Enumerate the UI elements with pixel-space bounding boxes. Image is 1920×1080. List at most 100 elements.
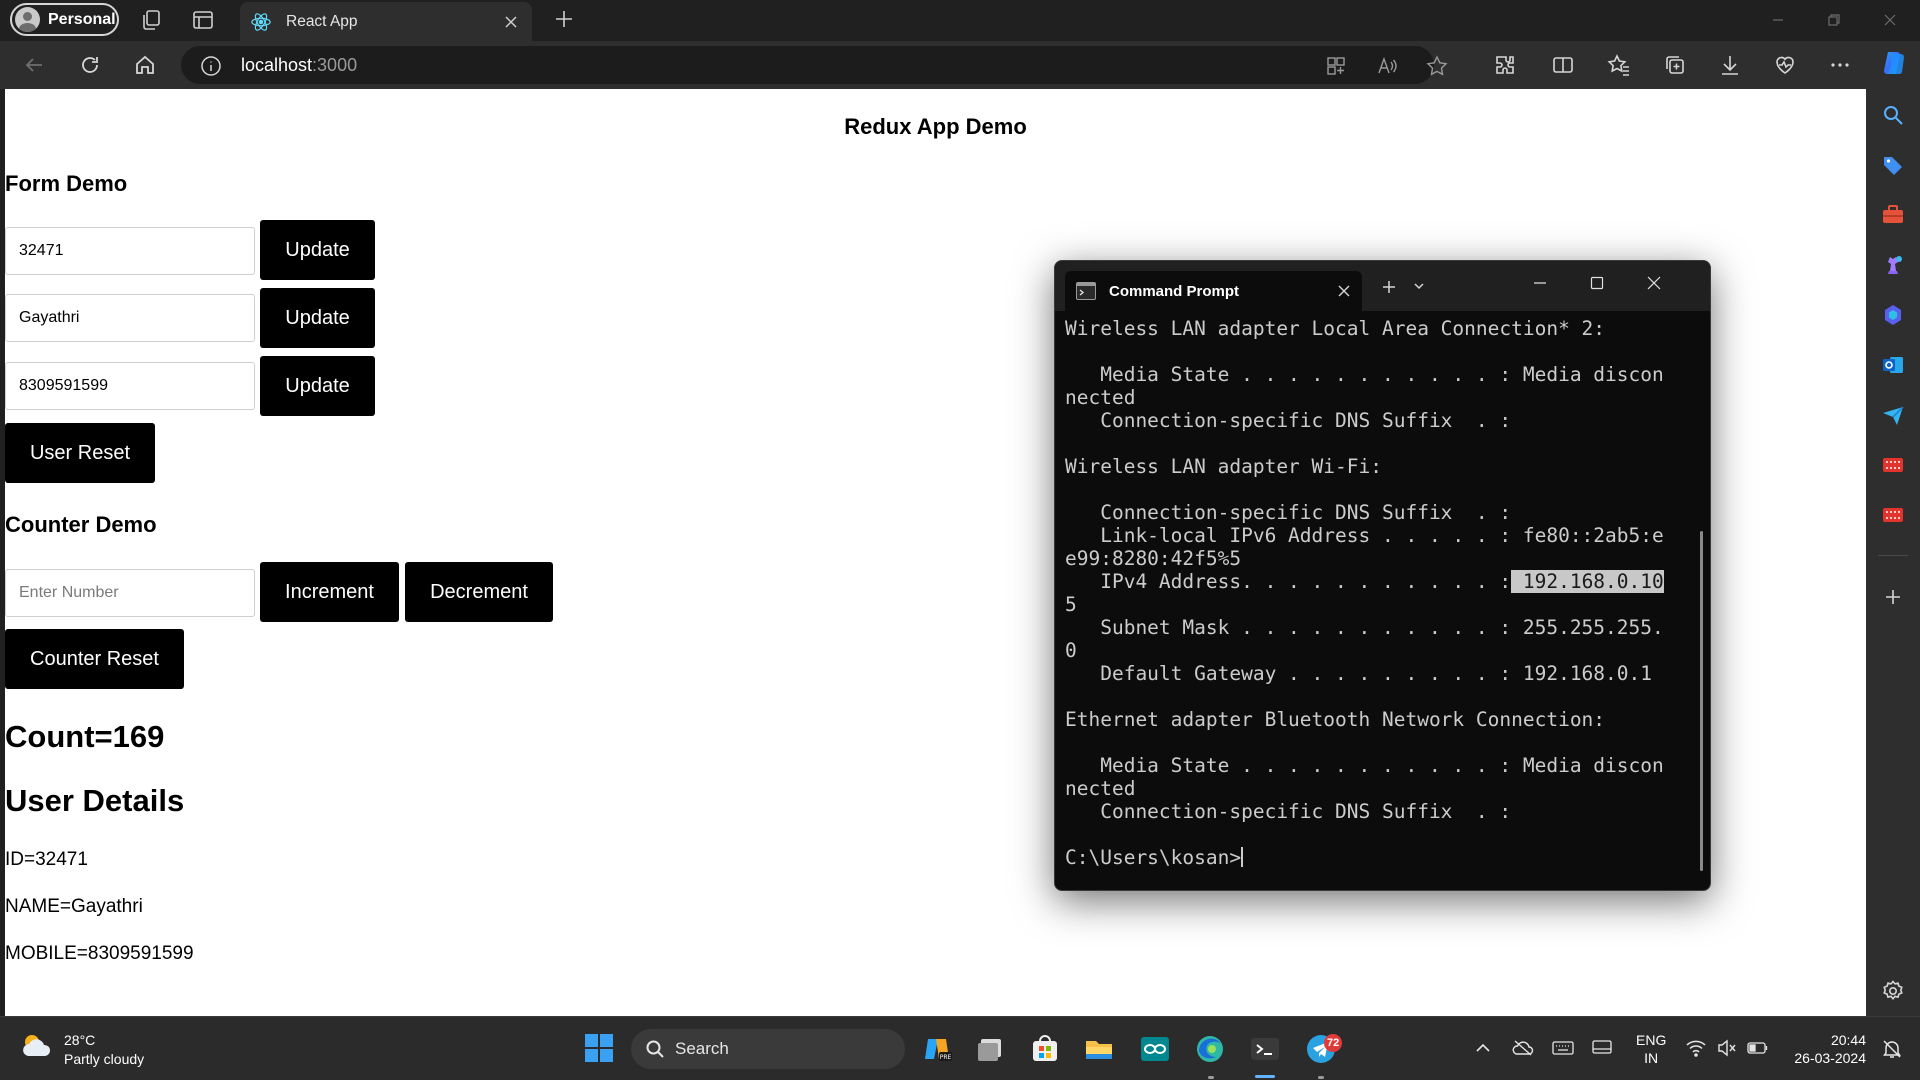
- terminal-line: Media State . . . . . . . . . . . : Medi…: [1065, 363, 1664, 386]
- language-code: ENG: [1636, 1032, 1667, 1048]
- copilot-sidebar-icon[interactable]: [1881, 303, 1905, 327]
- new-terminal-tab-icon[interactable]: [1381, 279, 1397, 295]
- close-terminal-tab-icon[interactable]: [1337, 284, 1351, 298]
- terminal-dropdown-icon[interactable]: [1412, 279, 1426, 293]
- keyboard-icon[interactable]: [1552, 1039, 1574, 1057]
- copilot-icon[interactable]: [1879, 48, 1909, 78]
- id-input[interactable]: [5, 227, 255, 275]
- tab-react-app[interactable]: React App: [240, 2, 532, 41]
- profile-label: Personal: [48, 10, 116, 28]
- url-text[interactable]: localhost:3000: [241, 55, 357, 76]
- windows-taskbar: 28°C Partly cloudy Search PRE 72 ENG IN …: [0, 1016, 1920, 1080]
- increment-button[interactable]: Increment: [260, 562, 399, 622]
- battery-icon[interactable]: [1747, 1039, 1769, 1057]
- microsoft-store-icon[interactable]: [1029, 1033, 1061, 1065]
- tools-briefcase-icon[interactable]: [1881, 203, 1905, 227]
- show-hidden-icons-icon[interactable]: [1474, 1039, 1492, 1057]
- back-icon[interactable]: [22, 53, 46, 77]
- favorite-star-icon[interactable]: [1426, 55, 1448, 77]
- weather-condition: Partly cloudy: [64, 1051, 145, 1067]
- app-available-icon[interactable]: [1325, 55, 1347, 77]
- workspaces-icon[interactable]: [139, 8, 165, 34]
- browser-essentials-icon[interactable]: [1773, 53, 1797, 77]
- home-icon[interactable]: [133, 53, 157, 77]
- arduino-icon[interactable]: [1139, 1033, 1171, 1065]
- update-mobile-button[interactable]: Update: [260, 356, 375, 416]
- games-chess-icon[interactable]: [1881, 253, 1905, 277]
- notifications-bell-icon[interactable]: [1882, 1039, 1902, 1059]
- user-reset-button[interactable]: User Reset: [5, 423, 155, 483]
- terminal-line: 0: [1065, 639, 1077, 662]
- update-name-button[interactable]: Update: [260, 288, 375, 348]
- svg-text:PRE: PRE: [940, 1054, 952, 1061]
- minimize-window-icon[interactable]: [1766, 8, 1790, 32]
- terminal-titlebar[interactable]: Command Prompt: [1055, 261, 1710, 311]
- command-prompt-window[interactable]: Command Prompt Wireless LAN adapter Loca…: [1054, 260, 1711, 891]
- count-display: Count=169: [5, 719, 165, 754]
- send-drop-icon[interactable]: [1881, 403, 1905, 427]
- collections-icon[interactable]: [1663, 53, 1687, 77]
- weather-widget[interactable]: 28°C Partly cloudy: [20, 1030, 144, 1067]
- system-clock[interactable]: 20:44 26-03-2024: [1786, 1031, 1866, 1067]
- input-language[interactable]: ENG IN: [1636, 1031, 1666, 1067]
- number-input[interactable]: [5, 569, 255, 617]
- terminal-tab-title: Command Prompt: [1109, 283, 1240, 300]
- user-id-line: ID=32471: [5, 849, 88, 870]
- terminal-maximize-icon[interactable]: [1589, 275, 1605, 291]
- terminal-line: Link-local IPv6 Address . . . . . : fe80…: [1065, 524, 1664, 547]
- volume-muted-icon[interactable]: [1717, 1039, 1737, 1057]
- windows-start-icon[interactable]: [584, 1033, 616, 1065]
- terminal-output[interactable]: Wireless LAN adapter Local Area Connecti…: [1065, 317, 1685, 877]
- profile-button[interactable]: Personal: [10, 3, 119, 36]
- close-window-icon[interactable]: [1878, 8, 1902, 32]
- add-sidebar-app-icon[interactable]: [1881, 585, 1905, 609]
- task-view-icon[interactable]: [975, 1033, 1007, 1065]
- name-input[interactable]: [5, 294, 255, 342]
- sidebar-settings-icon[interactable]: [1881, 979, 1905, 1003]
- outlook-icon[interactable]: [1881, 353, 1905, 377]
- wifi-icon[interactable]: [1686, 1039, 1706, 1057]
- favorites-icon[interactable]: [1607, 53, 1631, 77]
- app-red-icon-1[interactable]: [1881, 453, 1905, 477]
- display-icon[interactable]: [1591, 1039, 1613, 1057]
- copilot-preview-icon[interactable]: PRE: [921, 1033, 953, 1065]
- terminal-active-indicator: [1255, 1075, 1275, 1078]
- refresh-icon[interactable]: [78, 53, 102, 77]
- partly-cloudy-icon: [20, 1030, 54, 1064]
- more-options-icon[interactable]: [1828, 53, 1852, 77]
- app-red-icon-2[interactable]: [1881, 503, 1905, 527]
- counter-reset-button[interactable]: Counter Reset: [5, 629, 184, 689]
- shopping-tag-icon[interactable]: [1881, 153, 1905, 177]
- edge-browser-icon[interactable]: [1194, 1033, 1226, 1065]
- terminal-close-icon[interactable]: [1646, 275, 1662, 291]
- split-screen-icon[interactable]: [1551, 53, 1575, 77]
- decrement-button[interactable]: Decrement: [405, 562, 553, 622]
- close-tab-icon[interactable]: [504, 15, 518, 29]
- restore-window-icon[interactable]: [1822, 8, 1846, 32]
- new-tab-icon[interactable]: [552, 7, 576, 31]
- extensions-icon[interactable]: [1493, 53, 1517, 77]
- file-explorer-icon[interactable]: [1083, 1033, 1115, 1065]
- site-info-icon[interactable]: [200, 55, 222, 77]
- read-aloud-icon[interactable]: [1376, 55, 1398, 77]
- sidebar-search-icon[interactable]: [1881, 103, 1905, 127]
- user-name-line: NAME=Gayathri: [5, 896, 143, 917]
- terminal-scrollbar[interactable]: [1700, 531, 1703, 871]
- terminal-line: Subnet Mask . . . . . . . . . . . : 255.…: [1065, 616, 1664, 639]
- update-id-button[interactable]: Update: [260, 220, 375, 280]
- onedrive-off-icon[interactable]: [1512, 1039, 1534, 1057]
- taskbar-search[interactable]: Search: [631, 1029, 905, 1069]
- tab-actions-icon[interactable]: [191, 8, 217, 34]
- address-bar[interactable]: localhost:3000: [181, 46, 1448, 84]
- page-title: Redux App Demo: [844, 114, 1027, 139]
- terminal-line: Ethernet adapter Bluetooth Network Conne…: [1065, 708, 1606, 731]
- ipv4-selection-highlight[interactable]: 192.168.0.10: [1511, 570, 1664, 593]
- terminal-tab[interactable]: Command Prompt: [1065, 271, 1362, 311]
- terminal-minimize-icon[interactable]: [1532, 275, 1548, 291]
- mobile-input[interactable]: [5, 362, 255, 410]
- terminal-app-icon[interactable]: [1249, 1033, 1281, 1065]
- terminal-prompt[interactable]: C:\Users\kosan>: [1065, 846, 1685, 869]
- url-host: localhost: [241, 55, 313, 75]
- downloads-icon[interactable]: [1718, 53, 1742, 77]
